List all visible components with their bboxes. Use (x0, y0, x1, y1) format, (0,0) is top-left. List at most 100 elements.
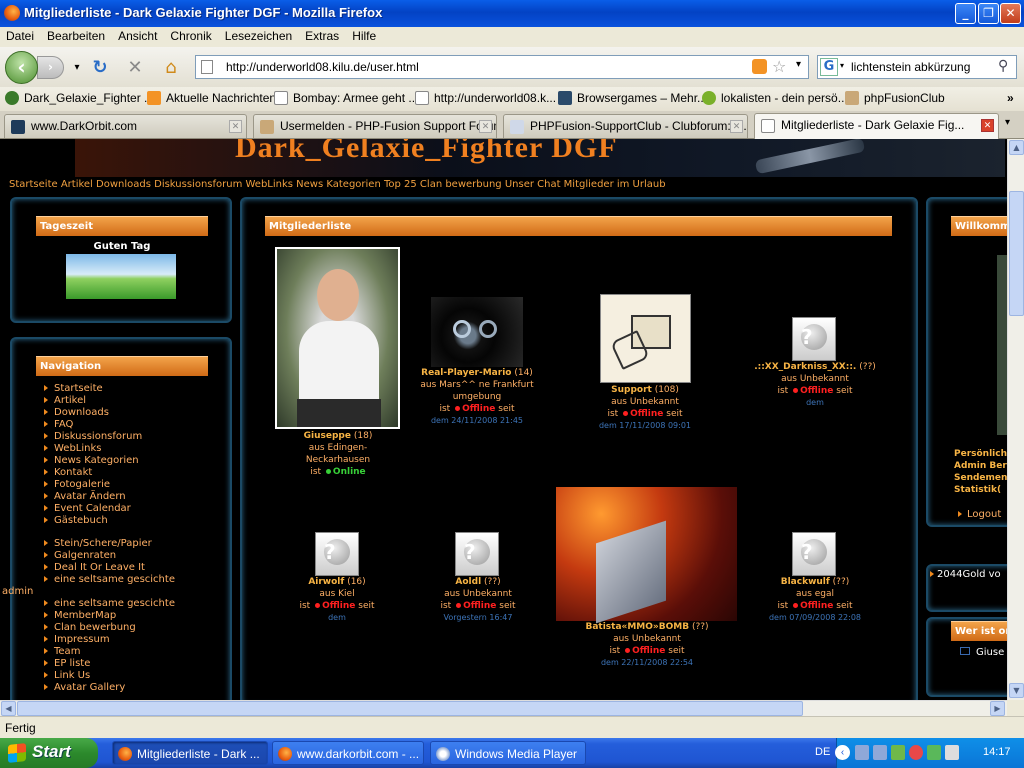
member-avatar[interactable] (600, 294, 691, 383)
nav-link[interactable]: News Kategorien (38, 455, 175, 467)
url-bar[interactable]: http://underworld08.kilu.de/user.html ☆ … (195, 55, 809, 79)
top-navigation[interactable]: Startseite Artikel Downloads Diskussions… (9, 179, 666, 190)
taskbar-item-firefox[interactable]: Mitgliederliste - Dark ... (112, 741, 268, 765)
history-dropdown-icon[interactable]: ▾ (66, 57, 88, 79)
stop-icon[interactable]: ✕ (124, 57, 146, 79)
tray-app-icon[interactable] (855, 745, 869, 760)
member-name[interactable]: Giuseppe (304, 431, 351, 441)
nav-link[interactable]: Startseite (38, 383, 175, 395)
url-text[interactable]: http://underworld08.kilu.de/user.html (226, 60, 419, 74)
member-avatar[interactable]: ? (315, 532, 359, 579)
bookmark-star-icon[interactable]: ☆ (772, 57, 786, 76)
menu-lesezeichen[interactable]: Lesezeichen (219, 27, 299, 43)
member-avatar[interactable] (556, 487, 737, 624)
volume-icon[interactable] (945, 745, 959, 760)
nav-link[interactable]: MemberMap (38, 610, 175, 622)
network-icon[interactable] (927, 745, 941, 760)
tab-close-icon[interactable]: ✕ (479, 120, 492, 133)
nav-link[interactable]: Fotogalerie (38, 479, 175, 491)
online-user[interactable]: Giuse (960, 647, 1004, 658)
tab-close-icon[interactable]: ✕ (730, 120, 743, 133)
search-bar[interactable]: G ▾ lichtenstein abkürzung ⚲ (817, 55, 1017, 79)
scroll-down-icon[interactable]: ▼ (1009, 683, 1024, 698)
member-name[interactable]: Batista«MMO»BOMB (585, 622, 689, 632)
search-icon[interactable]: ⚲ (998, 58, 1008, 74)
menu-chronik[interactable]: Chronik (164, 27, 218, 43)
member-avatar[interactable] (431, 297, 523, 367)
vertical-scrollbar[interactable]: ▲ ▼ (1007, 139, 1024, 700)
horizontal-scrollbar[interactable]: ◀ ▶ (0, 700, 1007, 716)
nav-link[interactable]: Kontakt (38, 467, 175, 479)
tray-app-icon[interactable] (873, 745, 887, 760)
nav-link[interactable]: Downloads (38, 407, 175, 419)
nav-link[interactable]: Gästebuch (38, 515, 175, 527)
search-input[interactable]: lichtenstein abkürzung (851, 60, 970, 74)
member-avatar[interactable]: ? (792, 532, 836, 579)
nav-link[interactable]: Clan bewerbung (38, 622, 175, 634)
member-avatar[interactable]: ? (455, 532, 499, 579)
bookmark-item[interactable]: lokalisten - dein persö... (702, 91, 848, 105)
nav-link[interactable]: Event Calendar (38, 503, 175, 515)
member-name[interactable]: Support (611, 385, 652, 395)
minimize-button[interactable]: _ (955, 3, 976, 24)
scroll-thumb[interactable] (17, 701, 803, 716)
nav-link[interactable]: Diskussionsforum (38, 431, 175, 443)
more-bookmarks-icon[interactable]: » (1007, 91, 1014, 105)
url-dropdown-icon[interactable]: ▾ (796, 59, 801, 70)
bookmark-item[interactable]: phpFusionClub (845, 91, 945, 105)
tab-close-icon[interactable]: ✕ (229, 120, 242, 133)
user-link[interactable]: Sendemen (954, 472, 1007, 484)
language-indicator[interactable]: DE (815, 746, 830, 758)
menu-bearbeiten[interactable]: Bearbeiten (41, 27, 112, 43)
nav-link[interactable]: EP liste (38, 658, 175, 670)
tab-close-icon[interactable]: ✕ (981, 119, 994, 132)
member-name[interactable]: .::XX_Darkniss_XX::. (754, 362, 856, 372)
nav-link[interactable]: Stein/Schere/Papier (38, 538, 175, 550)
tab-usermelden[interactable]: Usermelden - PHP-Fusion Support Forum ✕ (253, 114, 497, 138)
nav-link[interactable]: WebLinks (38, 443, 175, 455)
forward-button[interactable]: › (37, 56, 64, 79)
taskbar-item-media-player[interactable]: Windows Media Player (430, 741, 586, 765)
nav-link[interactable]: Avatar Gallery (38, 682, 175, 694)
maximize-button[interactable]: ❐ (978, 3, 999, 24)
nav-link[interactable]: eine seltsame gescichte (38, 574, 175, 586)
tab-mitgliederliste[interactable]: Mitgliederliste - Dark Gelaxie Fig... ✕ (754, 113, 999, 139)
reload-icon[interactable]: ↻ (89, 57, 111, 79)
nav-link[interactable]: Galgenraten (38, 550, 175, 562)
nav-link[interactable]: admin (2, 586, 175, 598)
member-name[interactable]: Aoldl (455, 577, 481, 587)
nav-link[interactable]: eine seltsame gescichte (38, 598, 175, 610)
nav-link[interactable]: Impressum (38, 634, 175, 646)
nav-link[interactable]: FAQ (38, 419, 175, 431)
bookmark-item[interactable]: Dark_Gelaxie_Fighter ... (5, 91, 154, 105)
bookmark-item[interactable]: Bombay: Armee geht ... (274, 91, 418, 105)
logout-link[interactable]: Logout (958, 509, 1001, 520)
rss-icon[interactable] (752, 59, 767, 74)
member-avatar[interactable]: ? (792, 317, 836, 364)
back-button[interactable]: ‹ (5, 51, 38, 84)
member-avatar[interactable] (275, 247, 400, 429)
member-name[interactable]: Real-Player-Mario (421, 368, 511, 378)
tab-list-icon[interactable]: ▾ (1005, 117, 1010, 128)
nav-link[interactable]: Artikel (38, 395, 175, 407)
menu-ansicht[interactable]: Ansicht (112, 27, 164, 43)
tray-app-icon[interactable] (909, 745, 923, 760)
tray-expand-icon[interactable]: ‹ (835, 745, 850, 760)
bookmark-item[interactable]: Aktuelle Nachrichten (147, 91, 276, 105)
home-icon[interactable]: ⌂ (160, 57, 182, 79)
nav-link[interactable]: Team (38, 646, 175, 658)
bookmark-item[interactable]: Browsergames – Mehr... (558, 91, 707, 105)
clock[interactable]: 14:17 (983, 746, 1011, 758)
start-button[interactable]: Start (0, 738, 98, 768)
nav-link[interactable]: Deal It Or Leave It (38, 562, 175, 574)
taskbar-item-darkorbit[interactable]: www.darkorbit.com - ... (272, 741, 424, 765)
scroll-left-icon[interactable]: ◀ (1, 701, 16, 716)
member-name[interactable]: Airwolf (308, 577, 344, 587)
scroll-up-icon[interactable]: ▲ (1009, 140, 1024, 155)
scroll-right-icon[interactable]: ▶ (990, 701, 1005, 716)
user-link[interactable]: Statistik( (954, 484, 1007, 496)
nav-link[interactable]: Avatar Ändern (38, 491, 175, 503)
tray-app-icon[interactable] (891, 745, 905, 760)
menu-extras[interactable]: Extras (299, 27, 346, 43)
menu-datei[interactable]: Datei (0, 27, 41, 43)
